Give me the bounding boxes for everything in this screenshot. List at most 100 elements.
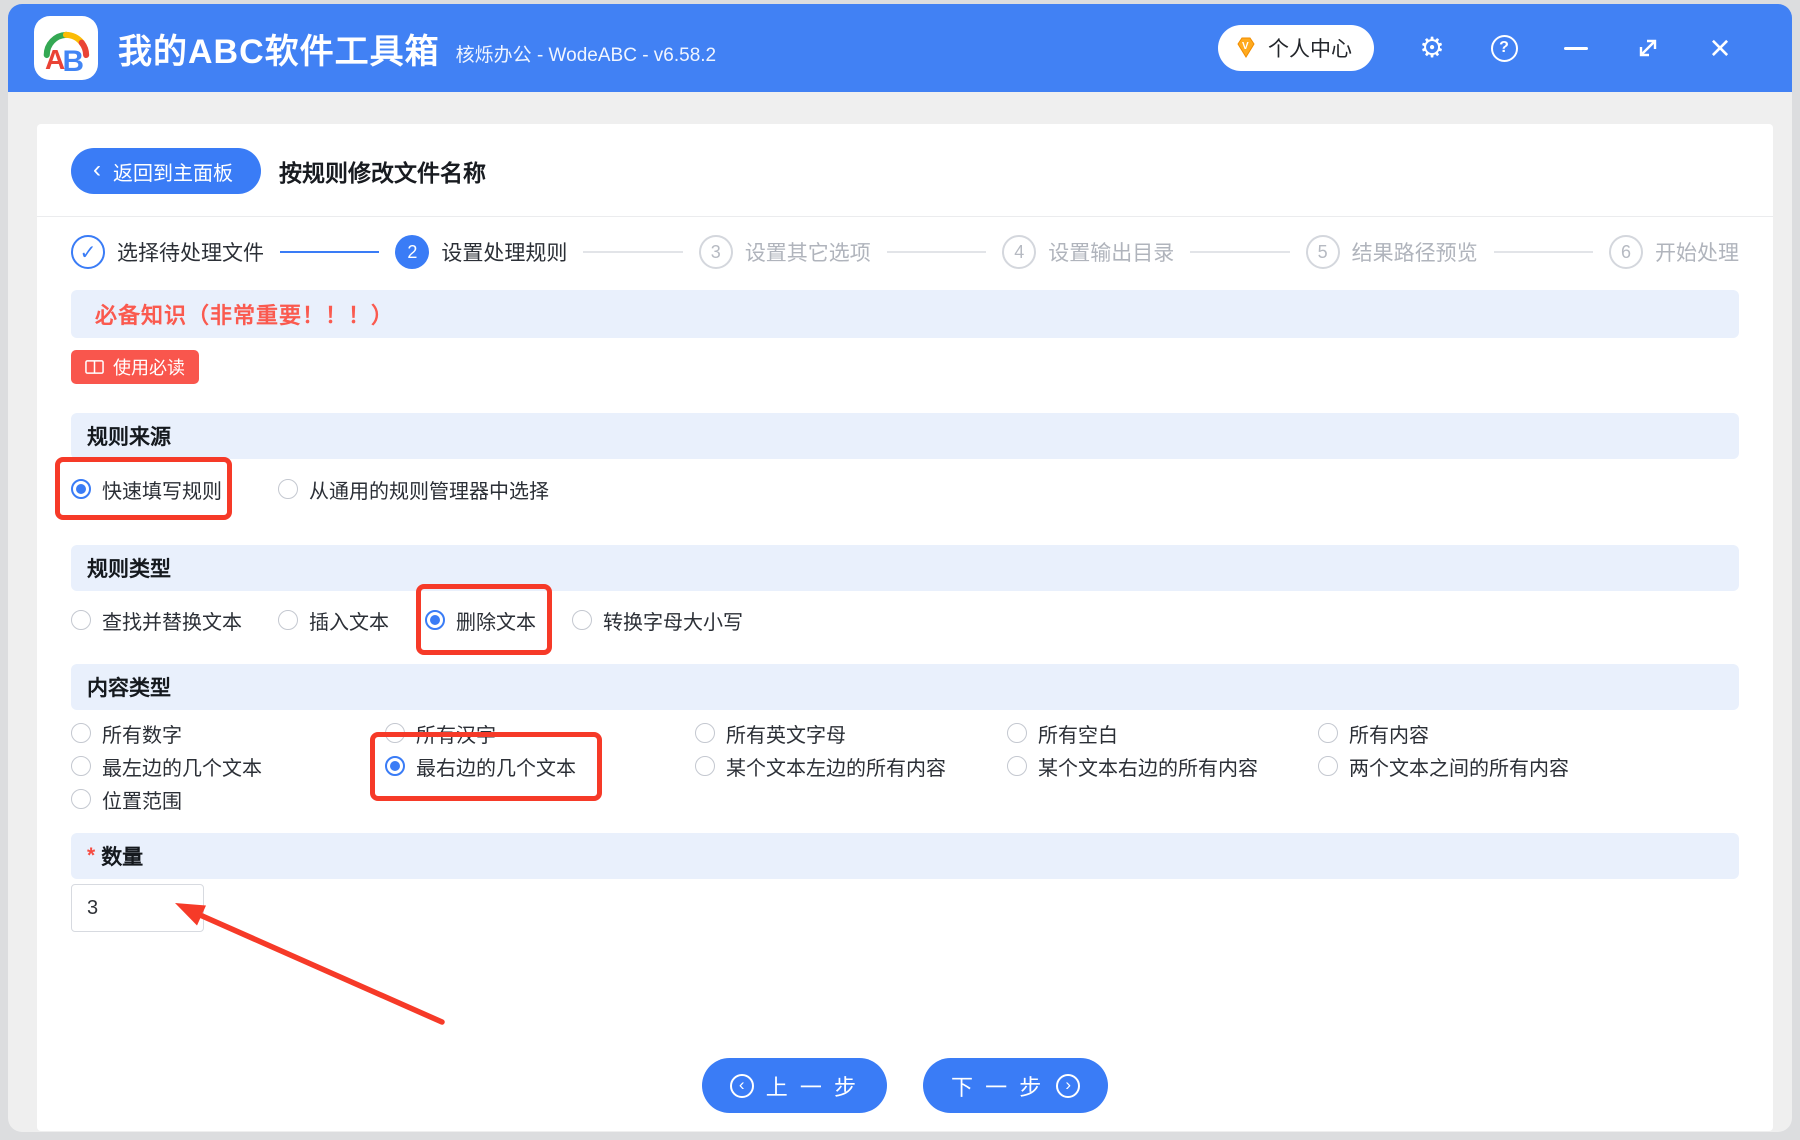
page-header: ‹ 返回到主面板 按规则修改文件名称	[71, 148, 1739, 194]
radio-insert-text[interactable]: 插入文本	[278, 606, 389, 635]
radio-leftmost-texts[interactable]: 最左边的几个文本	[71, 752, 262, 780]
radio-rule-manager[interactable]: 从通用的规则管理器中选择	[278, 475, 549, 504]
title-bar: A B 我的ABC软件工具箱 核烁办公 - WodeABC - v6.58.2 …	[8, 4, 1792, 92]
radio-all-content[interactable]: 所有内容	[1318, 719, 1429, 747]
radio-icon	[71, 610, 91, 630]
option-label: 插入文本	[309, 611, 389, 634]
option-label: 从通用的规则管理器中选择	[309, 480, 549, 503]
radio-all-english-letters[interactable]: 所有英文字母	[695, 719, 846, 747]
svg-text:B: B	[63, 45, 85, 76]
radio-icon	[71, 789, 91, 809]
step-6-start-process[interactable]: 6 开始处理	[1609, 235, 1739, 269]
step-1-select-files[interactable]: ✓ 选择待处理文件	[71, 235, 264, 269]
radio-rightmost-texts[interactable]: 最右边的几个文本	[370, 732, 602, 801]
step-5-label: 结果路径预览	[1351, 242, 1478, 265]
option-label: 查找并替换文本	[102, 611, 242, 634]
gear-icon: ⚙	[1419, 31, 1445, 64]
maximize-button[interactable]	[1612, 18, 1684, 78]
radio-icon	[385, 723, 405, 743]
svg-text:V: V	[1242, 41, 1249, 52]
quantity-title: 数量	[101, 846, 144, 869]
radio-convert-case[interactable]: 转换字母大小写	[572, 606, 743, 635]
step-2-set-rules[interactable]: 2 设置处理规则	[395, 235, 567, 269]
radio-content-right-of-text[interactable]: 某个文本右边的所有内容	[1007, 752, 1258, 780]
help-icon: ?	[1490, 34, 1518, 62]
option-label: 最左边的几个文本	[102, 757, 262, 780]
minimize-button[interactable]	[1540, 18, 1612, 78]
radio-position-range[interactable]: 位置范围	[71, 785, 182, 813]
option-label: 位置范围	[102, 790, 182, 813]
option-label: 所有汉字	[416, 724, 496, 747]
step-5-path-preview[interactable]: 5 结果路径预览	[1305, 235, 1478, 269]
step-5-number: 5	[1305, 235, 1340, 269]
back-button-label: 返回到主面板	[113, 162, 233, 185]
option-label: 最右边的几个文本	[416, 757, 576, 780]
radio-icon	[278, 479, 298, 499]
radio-all-digits[interactable]: 所有数字	[71, 719, 182, 747]
chevron-left-icon: ‹	[93, 155, 101, 183]
step-connector	[1190, 251, 1290, 253]
rule-source-title: 规则来源	[87, 426, 171, 449]
important-notice-text: 必备知识（非常重要！！！）	[95, 303, 395, 328]
section-quantity-header: * 数量	[71, 833, 1739, 879]
settings-button[interactable]: ⚙	[1396, 18, 1468, 78]
step-connector	[886, 251, 987, 253]
option-label: 删除文本	[456, 611, 536, 634]
radio-content-between-texts[interactable]: 两个文本之间的所有内容	[1318, 752, 1569, 780]
radio-icon	[1007, 756, 1027, 776]
wizard-stepper: ✓ 选择待处理文件 2 设置处理规则 3 设置其它选项 4 设置输出目录 5 结…	[71, 232, 1739, 272]
step-4-label: 设置输出目录	[1048, 242, 1175, 265]
step-2-number: 2	[395, 235, 430, 269]
wizard-footer: ‹ 上 一 步 下 一 步 ›	[71, 1058, 1739, 1113]
step-4-output-dir[interactable]: 4 设置输出目录	[1002, 235, 1174, 269]
radio-delete-text[interactable]: 删除文本	[416, 583, 552, 655]
radio-icon	[71, 479, 91, 499]
step-connector	[280, 251, 380, 253]
radio-icon	[695, 723, 715, 743]
radio-icon	[572, 610, 592, 630]
close-button[interactable]: ×	[1684, 18, 1756, 78]
option-label: 两个文本之间的所有内容	[1349, 757, 1569, 780]
step-3-number: 3	[698, 235, 733, 269]
vip-gem-icon: V	[1237, 37, 1255, 58]
radio-all-whitespace[interactable]: 所有空白	[1007, 719, 1118, 747]
arrow-right-circle-icon: ›	[1056, 1073, 1081, 1098]
radio-icon	[385, 756, 405, 776]
previous-step-label: 上 一 步	[765, 1074, 859, 1100]
close-icon: ×	[1709, 27, 1731, 68]
radio-find-replace-text[interactable]: 查找并替换文本	[71, 606, 242, 635]
radio-icon	[71, 756, 91, 776]
radio-icon	[425, 610, 445, 630]
rule-source-options: 快速填写规则 从通用的规则管理器中选择	[55, 456, 1739, 520]
main-panel: ‹ 返回到主面板 按规则修改文件名称 ✓ 选择待处理文件 2 设置处理规则 3 …	[37, 124, 1773, 1131]
rule-type-title: 规则类型	[87, 558, 171, 581]
book-icon	[85, 360, 104, 374]
step-connector	[1493, 251, 1594, 253]
radio-icon	[695, 756, 715, 776]
step-3-other-options[interactable]: 3 设置其它选项	[698, 235, 871, 269]
section-rule-type-header: 规则类型	[71, 545, 1739, 591]
step-6-number: 6	[1609, 235, 1644, 269]
radio-icon	[1318, 723, 1338, 743]
option-label: 某个文本左边的所有内容	[726, 757, 946, 780]
user-center-button[interactable]: V 个人中心	[1218, 25, 1374, 71]
content-type-options: 所有数字 所有汉字 所有英文字母 所有空白 所有内容 最左边的几个文本 最右边的…	[71, 719, 1739, 813]
next-step-label: 下 一 步	[951, 1074, 1045, 1100]
previous-step-button[interactable]: ‹ 上 一 步	[701, 1058, 887, 1113]
help-button[interactable]: ?	[1468, 18, 1540, 78]
option-label: 快速填写规则	[102, 480, 222, 503]
app-logo: A B	[34, 16, 98, 80]
step-1-check-icon: ✓	[71, 235, 105, 269]
radio-all-chinese[interactable]: 所有汉字	[385, 719, 496, 747]
next-step-button[interactable]: 下 一 步 ›	[923, 1058, 1109, 1113]
radio-quick-fill-rule[interactable]: 快速填写规则	[55, 456, 232, 520]
option-label: 所有空白	[1038, 724, 1118, 747]
back-to-dashboard-button[interactable]: ‹ 返回到主面板	[71, 148, 261, 194]
important-notice-banner: 必备知识（非常重要！！！）	[71, 290, 1739, 338]
quantity-input[interactable]	[71, 884, 204, 932]
option-label: 某个文本右边的所有内容	[1038, 757, 1258, 780]
header-divider	[37, 216, 1773, 217]
option-label: 所有数字	[102, 724, 182, 747]
radio-content-left-of-text[interactable]: 某个文本左边的所有内容	[695, 752, 946, 780]
must-read-button[interactable]: 使用必读	[71, 350, 199, 384]
